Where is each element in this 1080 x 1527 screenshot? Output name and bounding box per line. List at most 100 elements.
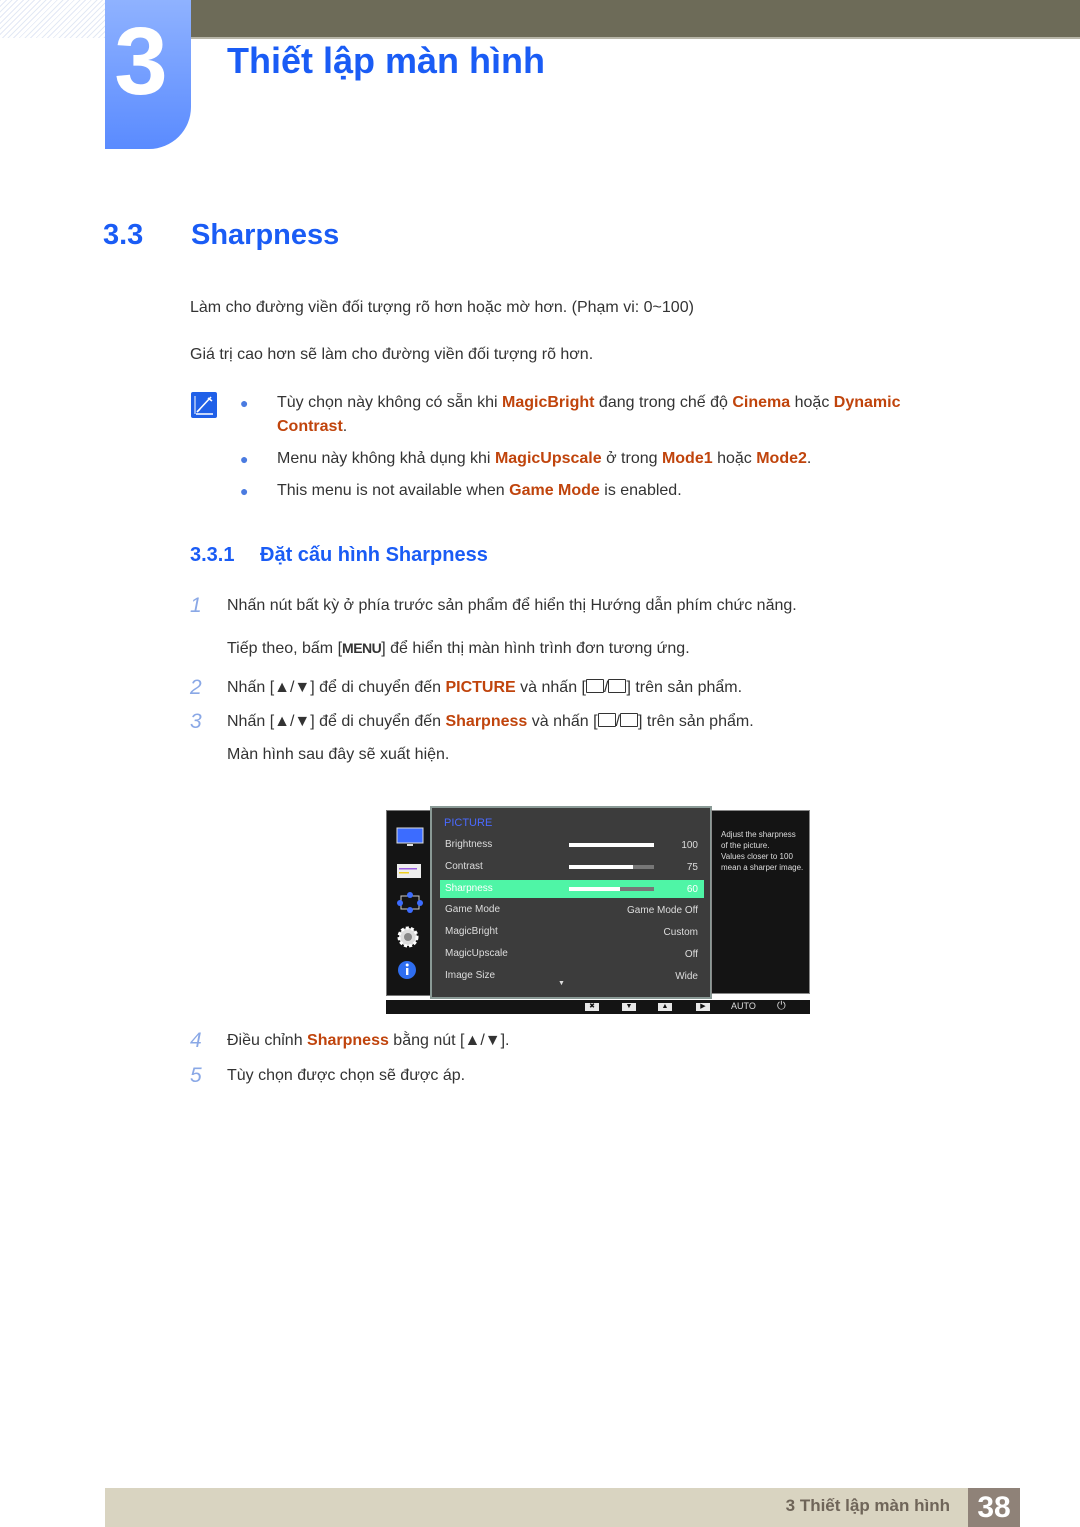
osd-row-value: 60: [686, 883, 698, 895]
auto-key-label: AUTO: [731, 1001, 756, 1011]
osd-key-guide-bar: ✖ ▼ ▲ ▶ AUTO ⏻: [386, 1000, 810, 1014]
osd-row-label: Sharpness: [445, 882, 493, 894]
step-text: Điều chỉnh: [227, 1032, 308, 1049]
highlight-term: Mode1: [661, 450, 713, 467]
osd-slider-fill: [569, 864, 633, 869]
note-text: .: [342, 418, 348, 435]
step-number: 5: [190, 1064, 202, 1087]
osd-row-sharpness[interactable]: Sharpness 60: [440, 879, 704, 898]
osd-row-value: Wide: [675, 970, 698, 982]
osd-row-brightness[interactable]: Brightness 100: [440, 836, 704, 854]
note-text: Menu này không khả dụng khi: [277, 450, 495, 467]
source-key-icon: [585, 679, 604, 693]
header-hatch-decoration: [0, 0, 105, 38]
osd-row-game-mode[interactable]: Game Mode Game Mode Off: [440, 901, 704, 919]
power-key-icon: ⏻: [777, 1000, 786, 1012]
note-text: This menu is not available when: [277, 482, 510, 499]
help-line: of the picture.: [721, 841, 770, 850]
menu-key-label: MENU: [342, 640, 382, 656]
step-number: 1: [190, 594, 202, 617]
osd-row-image-size[interactable]: Image Size Wide: [440, 967, 704, 985]
bullet-icon: ●: [240, 395, 249, 411]
osd-slider-fill: [569, 886, 620, 891]
chapter-title: Thiết lập màn hình: [227, 40, 546, 81]
color-settings-icon: [397, 864, 421, 878]
right-key-icon: ▶: [696, 1003, 710, 1011]
osd-row-label: Brightness: [445, 839, 493, 850]
note-text: is enabled.: [599, 482, 682, 499]
note-text: hoặc: [712, 450, 757, 467]
osd-slider-fill: [569, 843, 654, 847]
osd-row-label: Game Mode: [445, 904, 501, 916]
step-text: Màn hình sau đây sẽ xuất hiện.: [227, 746, 450, 763]
header-bar: [190, 0, 1080, 39]
highlight-term: Cinema: [732, 394, 791, 411]
scroll-down-indicator-icon: ▼: [558, 980, 565, 987]
highlight-term: Game Mode: [509, 482, 600, 499]
osd-help-panel: Adjust the sharpness of the picture. Val…: [711, 810, 810, 994]
step-text: và nhấn [: [527, 713, 598, 730]
highlight-term: PICTURE: [445, 679, 516, 696]
osd-row-label: MagicBright: [445, 926, 498, 938]
information-icon: [398, 961, 416, 979]
setup-gear-icon: [397, 926, 419, 948]
highlight-term: MagicUpscale: [494, 450, 602, 467]
osd-picture-panel: PICTURE Brightness 100 Contrast 75 Sharpness…: [430, 806, 712, 999]
step-text: bằng nút [▲/▼].: [388, 1032, 510, 1049]
osd-value-slider[interactable]: [569, 864, 654, 869]
close-key-icon: ✖: [585, 1003, 599, 1011]
size-position-icon: [397, 892, 423, 913]
subsection-title: Đặt cấu hình Sharpness: [260, 544, 488, 566]
osd-row-value: Off: [684, 949, 698, 960]
osd-row-label: MagicUpscale: [445, 948, 508, 959]
note-text: hoặc: [790, 394, 834, 411]
step-text: Tùy chọn được chọn sẽ được áp.: [227, 1067, 466, 1084]
enter-key-icon: [620, 713, 639, 727]
osd-row-value: 100: [681, 840, 698, 851]
note-text: Tùy chọn này không có sẵn khi: [277, 394, 503, 411]
up-key-icon: ▲: [658, 1003, 672, 1011]
step-text: Nhấn [▲/▼] để di chuyển đến: [227, 713, 446, 730]
osd-row-label: Image Size: [445, 969, 496, 981]
osd-value-slider[interactable]: [569, 886, 654, 891]
section-heading: 3.3 Sharpness: [103, 219, 339, 252]
osd-row-magicupscale[interactable]: MagicUpscale Off: [440, 945, 704, 963]
down-key-icon: ▼: [622, 1003, 636, 1011]
osd-value-slider[interactable]: [569, 843, 654, 847]
help-line: Adjust the sharpness: [721, 830, 796, 839]
help-line: mean a sharper image.: [721, 863, 804, 872]
section-paragraph: Giá trị cao hơn sẽ làm cho đường viền đố…: [190, 346, 594, 363]
osd-row-value: 75: [686, 861, 698, 873]
osd-help-text: Adjust the sharpness of the picture. Val…: [721, 829, 803, 873]
footer-chapter-label: 3 Thiết lập màn hình: [785, 1496, 950, 1515]
highlight-term: Mode2: [756, 450, 807, 467]
subsection-heading: 3.3.1 Đặt cấu hình Sharpness: [190, 544, 488, 567]
note-text: .: [806, 450, 812, 467]
section-title: Sharpness: [191, 219, 340, 251]
note-text: ở trong: [601, 450, 662, 467]
note-text: đang trong chế độ: [594, 394, 733, 411]
highlight-term: MagicBright: [502, 394, 595, 411]
step-text: Tiếp theo, bấm [: [227, 640, 343, 657]
step-text: ] trên sản phẩm.: [638, 713, 754, 730]
highlight-term: Sharpness: [445, 713, 528, 730]
step-text: ] để hiển thị màn hình trình đơn tương ứ…: [381, 640, 690, 657]
osd-row-magicbright[interactable]: MagicBright Custom: [440, 923, 704, 941]
page-footer: 3 Thiết lập màn hình 38: [105, 1488, 1020, 1527]
section-paragraph: Làm cho đường viền đối tượng rõ hơn hoặc…: [190, 299, 694, 316]
chapter-number-badge: 3: [105, 0, 191, 149]
osd-row-contrast[interactable]: Contrast 75: [440, 858, 704, 876]
step-text: ] trên sản phẩm.: [626, 679, 743, 696]
osd-row-value: Custom: [663, 927, 698, 939]
bullet-icon: ●: [240, 483, 249, 499]
osd-row-label: Contrast: [445, 860, 483, 872]
note-pencil-icon: [191, 392, 217, 418]
step-text: Nhấn nút bất kỳ ở phía trước sản phẩm để…: [227, 597, 797, 614]
section-number: 3.3: [103, 219, 144, 251]
step-text: và nhấn [: [515, 679, 586, 696]
subsection-number: 3.3.1: [190, 544, 235, 566]
osd-menu-screenshot: PICTURE Brightness 100 Contrast 75 Sharpness…: [386, 806, 810, 1014]
osd-category-sidebar: [386, 810, 432, 996]
chapter-number: 3: [114, 8, 168, 115]
step-text: Nhấn [▲/▼] để di chuyển đến: [227, 679, 446, 696]
